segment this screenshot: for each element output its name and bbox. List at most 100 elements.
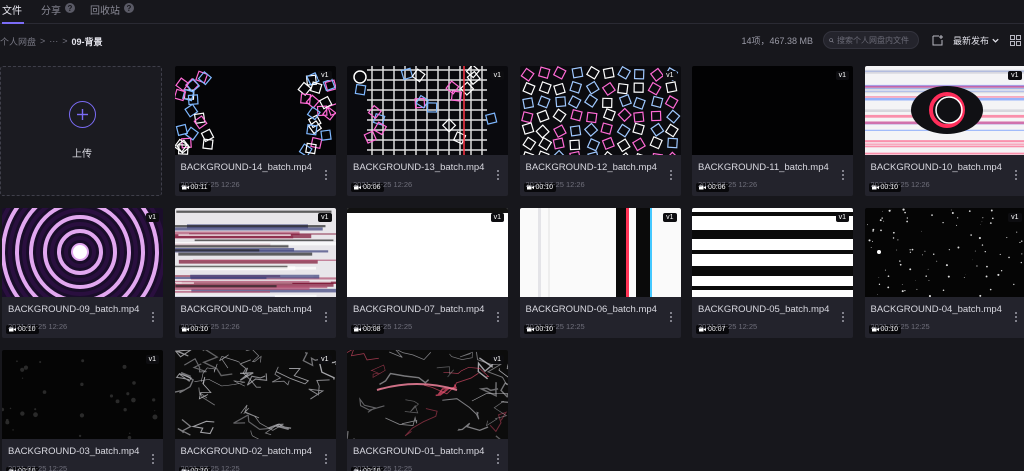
version-badge: v1 (490, 213, 504, 222)
file-name[interactable]: BACKGROUND-06_batch.mp4 (526, 304, 657, 315)
file-card[interactable]: v1 00:11 BACKGROUND-14_batch.mp4 2021-07-25… (174, 66, 336, 196)
file-card[interactable]: v1 00:10 BACKGROUND-06_batch.mp4 2021-07-25… (519, 208, 681, 338)
video-thumbnail[interactable] (519, 66, 681, 155)
more-options-icon[interactable] (494, 169, 502, 181)
search-box[interactable] (822, 31, 919, 49)
file-name[interactable]: BACKGROUND-02_batch.mp4 (181, 446, 312, 457)
more-options-icon[interactable] (322, 169, 330, 181)
file-date: 2021-07-25 12:26 (525, 180, 585, 189)
toolbar: 14项，467.38 MB 最新发布 (741, 30, 1024, 50)
more-options-icon[interactable] (667, 169, 675, 181)
new-folder-button[interactable] (931, 33, 945, 47)
file-date: 2021-07-25 12:26 (353, 180, 413, 189)
file-name[interactable]: BACKGROUND-05_batch.mp4 (698, 304, 829, 315)
more-options-icon[interactable] (322, 453, 330, 465)
file-card[interactable]: v1 00:07 BACKGROUND-05_batch.mp4 2021-07-25… (692, 208, 853, 338)
version-badge: v1 (145, 355, 159, 364)
file-name[interactable]: BACKGROUND-03_batch.mp4 (8, 446, 139, 457)
version-badge: v1 (490, 355, 504, 364)
file-date: 2021-07-25 12:26 (180, 322, 240, 331)
version-badge: v1 (663, 213, 677, 222)
file-card[interactable]: v1 00:06 BACKGROUND-11_batch.mp4 2021-07-25… (692, 66, 853, 196)
video-thumbnail[interactable] (347, 208, 508, 297)
file-card[interactable]: v1 00:10 BACKGROUND-04_batch.mp4 2021-07-25… (864, 208, 1024, 338)
search-input[interactable] (836, 35, 913, 45)
tab-label: 回收站 (90, 6, 120, 17)
video-thumbnail[interactable] (347, 350, 508, 439)
video-thumbnail[interactable] (174, 208, 336, 297)
search-icon (829, 37, 834, 43)
sort-dropdown[interactable]: 最新发布 (953, 34, 1000, 47)
video-thumbnail[interactable] (2, 350, 163, 439)
tab-0[interactable]: 文件 (2, 2, 24, 24)
file-name[interactable]: BACKGROUND-08_batch.mp4 (181, 304, 312, 315)
file-name[interactable]: BACKGROUND-04_batch.mp4 (871, 304, 1002, 315)
file-date: 2021-07-25 12:26 (698, 180, 758, 189)
breadcrumb-ellipsis[interactable]: ··· (49, 36, 58, 46)
file-card[interactable]: v100:10BACKGROUND-03_batch.mp42021-07-25… (2, 350, 163, 471)
more-options-icon[interactable] (667, 311, 675, 323)
view-toggle-button[interactable] (1008, 33, 1022, 47)
upload-tile[interactable]: 上传 (0, 66, 162, 196)
file-card[interactable]: v1 00:06 BACKGROUND-13_batch.mp4 2021-07-25… (347, 66, 508, 196)
version-badge: v1 (318, 355, 332, 364)
file-date: 2021-07-25 12:25 (870, 322, 930, 331)
file-card[interactable]: v1 00:10 BACKGROUND-10_batch.mp4 2021-07-25… (864, 66, 1024, 196)
file-card[interactable]: v1 00:10 BACKGROUND-09_batch.mp4 2021-07-25… (2, 208, 163, 338)
file-card[interactable]: v1 00:08 BACKGROUND-07_batch.mp4 2021-07-25… (347, 208, 508, 338)
tab-label: 分享 (41, 6, 61, 17)
more-options-icon[interactable] (1012, 311, 1020, 323)
more-options-icon[interactable] (494, 453, 502, 465)
more-options-icon[interactable] (839, 311, 847, 323)
plus-icon (69, 101, 96, 128)
breadcrumb-root[interactable]: 个人网盘 (0, 35, 36, 48)
more-options-icon[interactable] (1012, 169, 1020, 181)
file-date: 2021-07-25 12:25 (353, 464, 413, 471)
video-thumbnail[interactable] (174, 66, 336, 155)
file-name[interactable]: BACKGROUND-13_batch.mp4 (353, 162, 484, 173)
file-date: 2021-07-25 12:25 (698, 322, 758, 331)
more-options-icon[interactable] (839, 169, 847, 181)
grid-view-icon (1009, 34, 1021, 46)
file-card[interactable]: v100:10BACKGROUND-02_batch.mp42021-07-25… (174, 350, 336, 471)
file-name[interactable]: BACKGROUND-10_batch.mp4 (871, 162, 1002, 173)
upload-label: 上传 (72, 149, 92, 160)
sort-label: 最新发布 (952, 35, 989, 46)
tab-1[interactable]: 分享? (41, 2, 75, 24)
video-thumbnail[interactable] (692, 208, 853, 297)
video-thumbnail[interactable] (864, 208, 1024, 297)
tab-label: 文件 (2, 6, 22, 17)
help-icon[interactable]: ? (124, 3, 134, 13)
file-card[interactable]: v1 00:10 BACKGROUND-08_batch.mp4 2021-07-25… (174, 208, 336, 338)
video-thumbnail[interactable] (347, 66, 508, 155)
breadcrumb-separator: > (62, 36, 68, 46)
help-icon[interactable]: ? (65, 3, 75, 13)
version-badge: v1 (318, 71, 332, 80)
version-badge: v1 (835, 71, 849, 80)
more-options-icon[interactable] (322, 311, 330, 323)
video-thumbnail[interactable] (692, 66, 853, 155)
top-tabs: 文件 分享? 回收站? (0, 0, 1024, 24)
file-date: 2021-07-25 12:26 (180, 180, 240, 189)
version-badge: v1 (318, 213, 332, 222)
video-thumbnail[interactable] (864, 66, 1024, 155)
file-name[interactable]: BACKGROUND-11_batch.mp4 (698, 162, 829, 173)
file-card[interactable]: v1 00:10 BACKGROUND-12_batch.mp4 2021-07-25… (519, 66, 681, 196)
video-thumbnail[interactable] (519, 208, 681, 297)
breadcrumb-current: 09-背景 (71, 36, 103, 47)
more-options-icon[interactable] (149, 453, 157, 465)
file-name[interactable]: BACKGROUND-01_batch.mp4 (353, 446, 484, 457)
video-thumbnail[interactable] (174, 350, 336, 439)
file-date: 2021-07-25 12:25 (8, 464, 68, 471)
file-name[interactable]: BACKGROUND-12_batch.mp4 (526, 162, 657, 173)
file-date: 2021-07-25 12:25 (353, 322, 413, 331)
more-options-icon[interactable] (149, 311, 157, 323)
tab-2[interactable]: 回收站? (90, 2, 134, 24)
file-card[interactable]: v100:10BACKGROUND-01_batch.mp42021-07-25… (347, 350, 508, 471)
video-thumbnail[interactable] (2, 208, 163, 297)
file-date: 2021-07-25 12:25 (525, 322, 585, 331)
more-options-icon[interactable] (494, 311, 502, 323)
file-name[interactable]: BACKGROUND-07_batch.mp4 (353, 304, 484, 315)
file-name[interactable]: BACKGROUND-14_batch.mp4 (181, 162, 312, 173)
file-name[interactable]: BACKGROUND-09_batch.mp4 (8, 304, 139, 315)
